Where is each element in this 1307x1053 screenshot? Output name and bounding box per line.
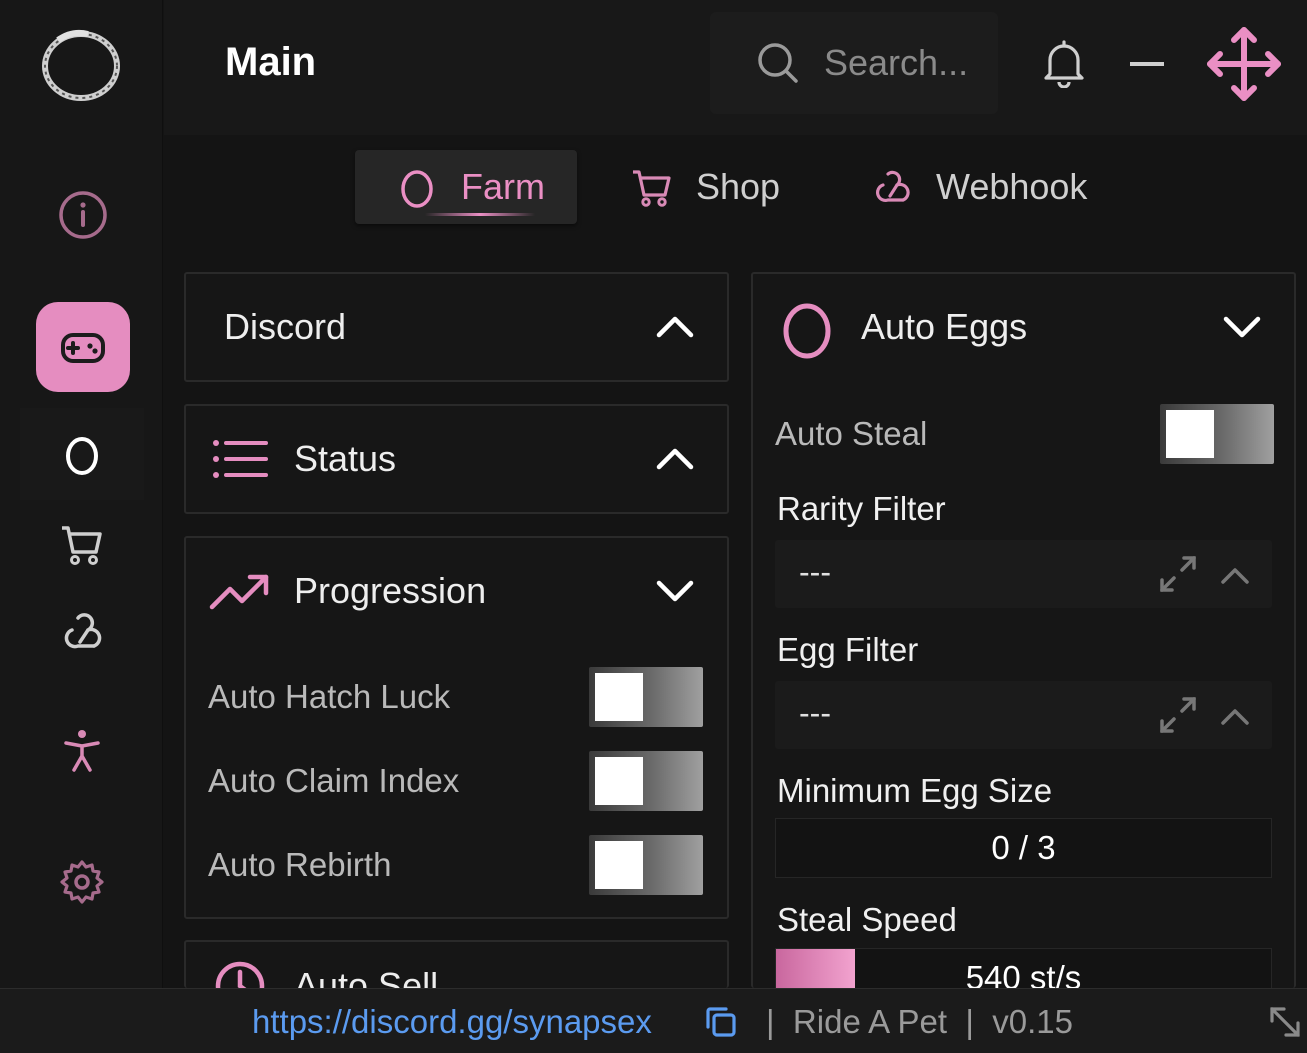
toggle-label: Auto Rebirth xyxy=(208,846,392,883)
sidebar-item-settings[interactable] xyxy=(20,836,144,928)
footer-meta: | Ride A Pet | v0.15 xyxy=(766,1003,1074,1040)
auto-hatch-luck-row: Auto Hatch Luck xyxy=(208,667,705,727)
gamepad-icon xyxy=(61,333,105,363)
sidebar-item-webhook[interactable] xyxy=(20,586,144,678)
footer: https://discord.gg/synapsex | Ride A Pet… xyxy=(0,988,1307,1053)
steal-speed-label: Steal Speed xyxy=(777,901,957,938)
top-bar: Main Search... xyxy=(164,0,1307,135)
dropdown-value: --- xyxy=(799,554,831,590)
toggle-knob xyxy=(1166,410,1214,458)
game-name: Ride A Pet xyxy=(792,1003,948,1040)
tab-active-indicator xyxy=(425,213,535,216)
egg-filter-dropdown[interactable]: --- xyxy=(775,681,1272,749)
auto-rebirth-toggle[interactable] xyxy=(589,835,703,895)
section-title: Auto Eggs xyxy=(861,306,1028,347)
auto-eggs-section: Auto Eggs Auto Steal Rarity Filter --- E… xyxy=(751,272,1296,988)
toggle-knob xyxy=(595,673,643,721)
auto-claim-index-row: Auto Claim Index xyxy=(208,751,705,811)
copy-icon[interactable] xyxy=(702,1003,740,1041)
expand-icon[interactable] xyxy=(1156,693,1200,737)
resize-icon[interactable] xyxy=(1266,1003,1304,1041)
chevron-up-icon[interactable] xyxy=(1218,558,1252,592)
sidebar xyxy=(0,0,163,988)
trending-up-icon xyxy=(209,574,269,610)
section-header[interactable]: Auto Sell xyxy=(208,956,438,988)
webhook-icon xyxy=(876,170,910,202)
egg-filter-label: Egg Filter xyxy=(777,631,919,668)
steal-speed-slider[interactable]: 540 st/s xyxy=(775,948,1272,988)
chevron-up-icon[interactable] xyxy=(653,305,697,349)
tab-webhook[interactable]: Webhook xyxy=(870,150,1087,224)
min-egg-size-slider[interactable]: 0 / 3 xyxy=(775,818,1272,878)
toggle-knob xyxy=(595,757,643,805)
auto-steal-row: Auto Steal xyxy=(775,404,1274,464)
sidebar-item-farm[interactable] xyxy=(20,408,144,500)
dropdown-value: --- xyxy=(799,695,831,731)
toggle-label: Auto Steal xyxy=(775,415,928,452)
cart-icon xyxy=(62,526,102,565)
tab-farm[interactable]: Farm xyxy=(355,150,577,224)
rarity-filter-dropdown[interactable]: --- xyxy=(775,540,1272,608)
clock-icon xyxy=(215,961,265,988)
auto-steal-toggle[interactable] xyxy=(1160,404,1274,464)
search-input[interactable]: Search... xyxy=(710,12,998,114)
auto-rebirth-row: Auto Rebirth xyxy=(208,835,705,895)
minimize-button[interactable] xyxy=(1130,62,1164,66)
search-placeholder: Search... xyxy=(824,42,969,83)
toggle-label: Auto Claim Index xyxy=(208,762,460,799)
version-text: v0.15 xyxy=(992,1003,1074,1040)
expand-icon[interactable] xyxy=(1156,552,1200,596)
progression-section: Progression Auto Hatch Luck Auto Claim I… xyxy=(184,536,729,919)
tab-label: Farm xyxy=(461,166,545,207)
bell-icon[interactable] xyxy=(1040,38,1088,88)
toggle-label: Auto Hatch Luck xyxy=(208,678,451,715)
egg-icon xyxy=(783,303,831,359)
search-icon xyxy=(758,43,798,83)
move-icon[interactable] xyxy=(1204,24,1284,104)
ouroboros-logo-icon xyxy=(42,29,120,101)
sidebar-item-player[interactable] xyxy=(20,704,144,796)
slider-value: 540 st/s xyxy=(965,959,1082,988)
section-title: Auto Sell xyxy=(294,965,439,988)
gear-icon xyxy=(60,860,104,904)
chevron-up-icon[interactable] xyxy=(653,437,697,481)
status-section[interactable]: Status xyxy=(184,404,729,514)
chevron-up-icon[interactable] xyxy=(1218,699,1252,733)
list-icon xyxy=(213,440,268,478)
section-title: Discord xyxy=(224,306,347,347)
section-header[interactable]: Progression xyxy=(186,538,727,644)
discord-section[interactable]: Discord xyxy=(184,272,729,382)
slider-value: 0 / 3 xyxy=(991,829,1056,866)
discord-link[interactable]: https://discord.gg/synapsex xyxy=(252,1003,652,1041)
egg-icon xyxy=(401,170,433,208)
webhook-icon xyxy=(64,613,102,649)
min-egg-size-label: Minimum Egg Size xyxy=(777,772,1053,809)
sidebar-item-shop[interactable] xyxy=(20,498,144,590)
section-header[interactable]: Status xyxy=(186,406,727,512)
cart-icon xyxy=(633,170,671,207)
tab-label: Webhook xyxy=(936,166,1088,207)
auto-hatch-luck-toggle[interactable] xyxy=(589,667,703,727)
sidebar-info-button[interactable] xyxy=(36,170,130,260)
toggle-knob xyxy=(595,841,643,889)
section-title: Status xyxy=(294,438,397,479)
info-icon xyxy=(59,191,107,239)
rarity-filter-label: Rarity Filter xyxy=(777,490,946,527)
sidebar-main-button[interactable] xyxy=(36,302,130,392)
egg-icon xyxy=(66,437,98,475)
auto-claim-index-toggle[interactable] xyxy=(589,751,703,811)
tab-bar: Farm Shop Webhook xyxy=(164,135,1307,245)
tab-shop[interactable]: Shop xyxy=(630,150,780,224)
tab-label: Shop xyxy=(696,166,781,207)
chevron-down-icon[interactable] xyxy=(1220,305,1264,349)
person-icon xyxy=(64,730,100,772)
next-section[interactable]: Auto Sell xyxy=(184,940,729,988)
page-title: Main xyxy=(225,40,317,84)
chevron-down-icon[interactable] xyxy=(653,569,697,613)
section-header[interactable]: Discord xyxy=(186,274,727,380)
section-header[interactable]: Auto Eggs xyxy=(753,274,1294,380)
slider-fill xyxy=(776,949,856,988)
section-title: Progression xyxy=(294,570,487,611)
